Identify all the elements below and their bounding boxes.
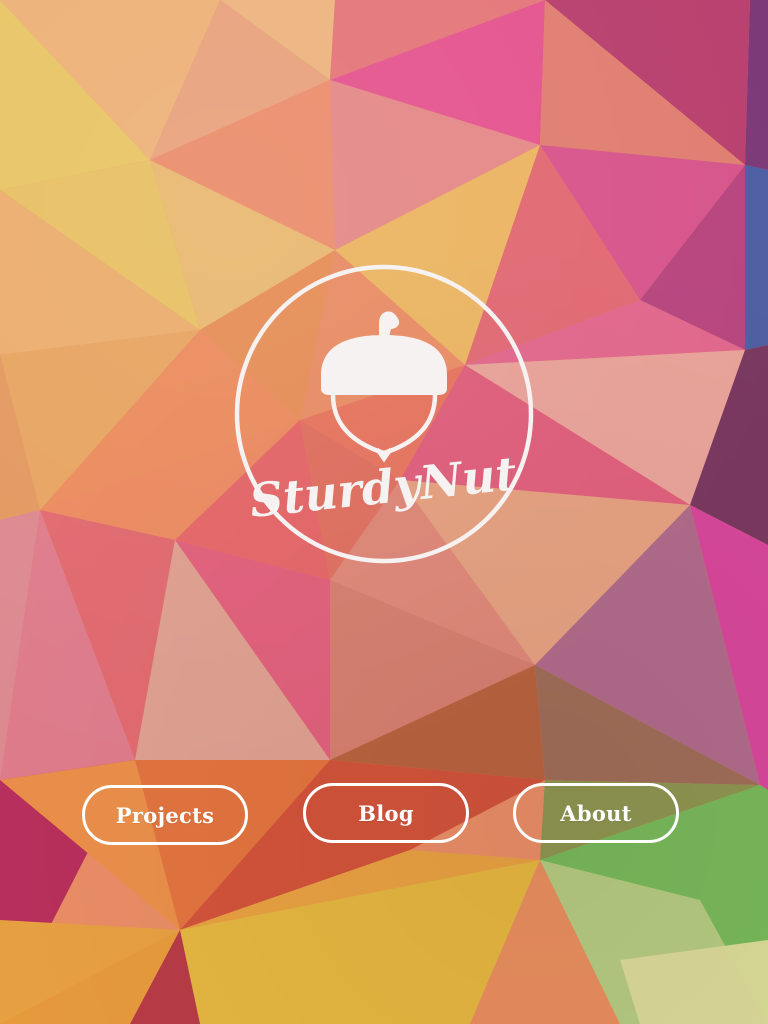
nav-blog-button[interactable]: Blog: [303, 783, 469, 843]
nav-projects-button[interactable]: Projects: [82, 785, 248, 845]
landing-page: SturdyNut SturdyNut Projects Blog About: [0, 0, 768, 1024]
acorn-icon: SturdyNut: [234, 264, 534, 564]
nav-about-button[interactable]: About: [513, 783, 679, 843]
logo[interactable]: SturdyNut SturdyNut: [233, 263, 535, 565]
